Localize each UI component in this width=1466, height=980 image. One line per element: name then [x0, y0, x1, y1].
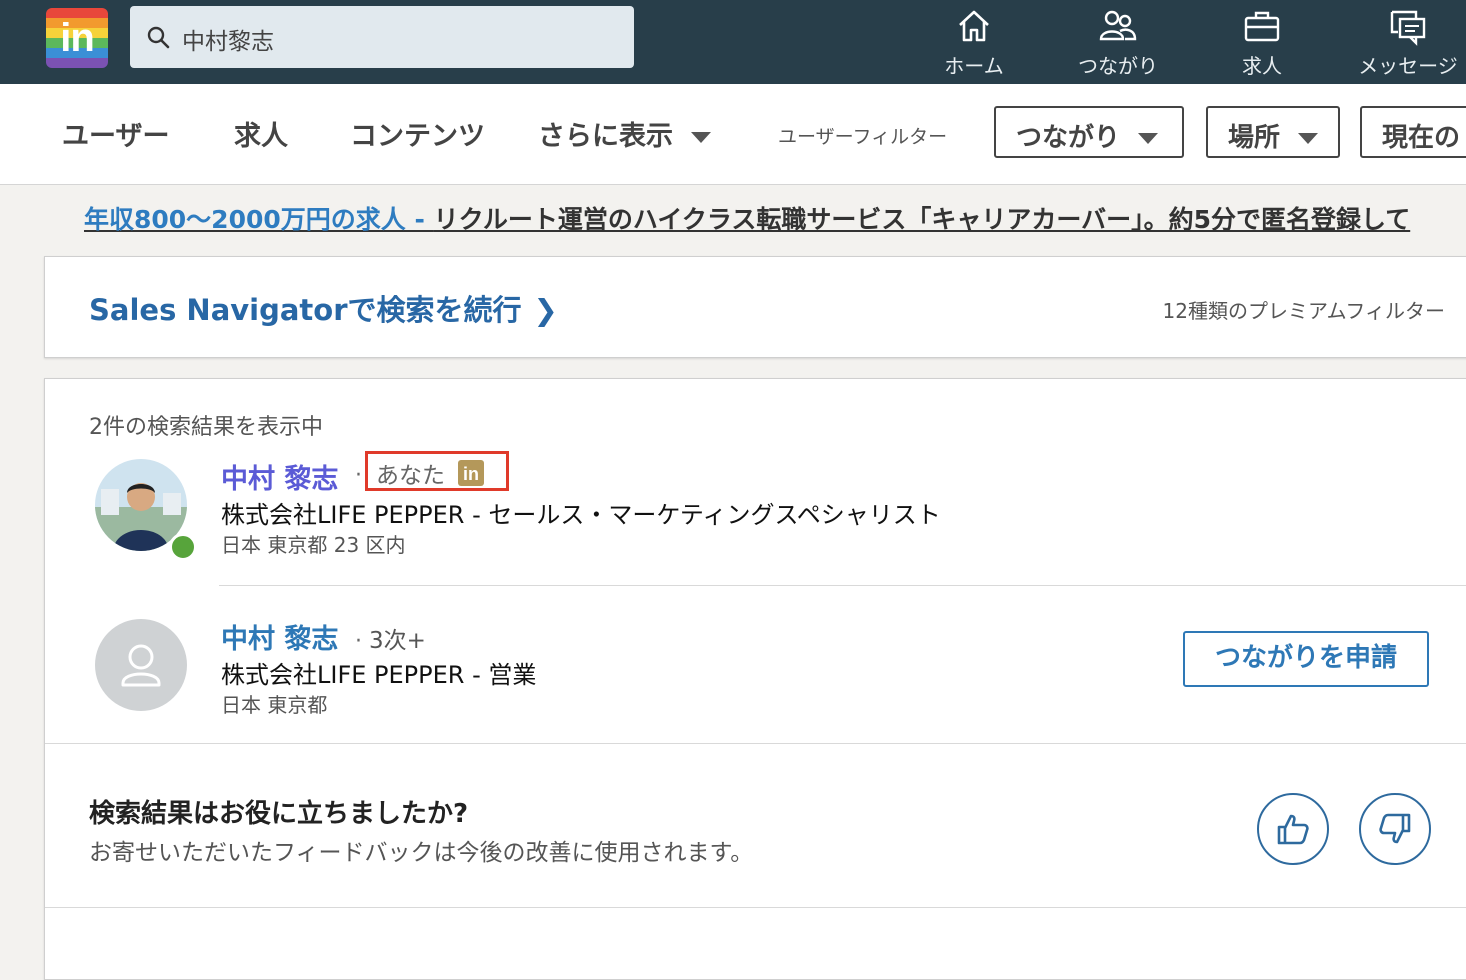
tab-people[interactable]: ユーザー — [62, 114, 169, 153]
search-icon — [147, 26, 170, 49]
feedback-subtitle: お寄せいただいたフィードバックは今後の改善に使用されます。 — [89, 840, 754, 866]
connect-button[interactable]: つながりを申請 — [1183, 631, 1429, 687]
search-input[interactable]: 中村黎志 — [182, 22, 274, 56]
tab-more[interactable]: さらに表示 — [538, 114, 711, 153]
linkedin-member-icon: in — [458, 460, 484, 486]
linkedin-logo[interactable]: in — [46, 8, 108, 68]
search-filter-bar: ユーザー 求人 コンテンツ さらに表示 ユーザーフィルター つながり 場所 現在… — [0, 84, 1466, 185]
search-bar[interactable]: 中村黎志 — [130, 6, 634, 68]
nav-jobs[interactable]: 求人 — [1222, 6, 1302, 78]
result-location: 日本 東京都 — [221, 693, 328, 717]
results-count: 2件の検索結果を表示中 — [89, 415, 323, 440]
home-icon — [959, 10, 989, 42]
result-headline: 株式会社LIFE PEPPER - 営業 — [221, 661, 537, 689]
result-headline: 株式会社LIFE PEPPER - セールス・マーケティングスペシャリスト — [221, 501, 941, 529]
chevron-right-icon: ❯ — [533, 293, 558, 327]
section-divider — [45, 907, 1466, 908]
search-results-card: 2件の検索結果を表示中 中村 黎志 · あなた in 株式会社LIFE PEPP… — [44, 378, 1466, 980]
chevron-down-icon — [691, 132, 711, 143]
connection-degree: · 3次+ — [355, 628, 426, 654]
ad-link[interactable]: 年収800〜2000万円の求人 - — [84, 205, 434, 234]
premium-filters-text: 12種類のプレミアムフィルター — [1162, 299, 1445, 323]
briefcase-icon — [1244, 11, 1280, 42]
sales-navigator-link[interactable]: Sales Navigatorで検索を続行 ❯ — [89, 287, 558, 329]
messages-icon — [1390, 10, 1426, 46]
thumbs-down-button[interactable] — [1359, 793, 1431, 865]
filter-current-company-button[interactable]: 現在の — [1360, 106, 1466, 158]
global-nav: in 中村黎志 ホーム つながり 求人 メッセージ — [0, 0, 1466, 84]
you-badge-highlight: あなた in — [365, 451, 509, 491]
thumbs-down-icon — [1379, 813, 1411, 844]
result-divider — [219, 585, 1466, 586]
result-name-link[interactable]: 中村 黎志 — [221, 617, 338, 656]
people-filter-label: ユーザーフィルター — [778, 126, 948, 148]
separator-dot: · — [355, 463, 362, 488]
nav-network[interactable]: つながり — [1068, 6, 1168, 78]
chevron-down-icon — [1298, 133, 1319, 144]
ad-banner[interactable]: 年収800〜2000万円の求人 - リクルート運営のハイクラス転職サービス「キャ… — [84, 200, 1410, 236]
avatar-placeholder[interactable] — [95, 619, 187, 711]
section-divider — [45, 743, 1466, 744]
person-icon — [121, 644, 161, 687]
tab-content[interactable]: コンテンツ — [350, 114, 485, 153]
filter-connections-button[interactable]: つながり — [994, 106, 1184, 158]
tab-jobs[interactable]: 求人 — [234, 114, 288, 153]
thumbs-up-button[interactable] — [1257, 793, 1329, 865]
result-location: 日本 東京都 23 区内 — [221, 533, 406, 557]
online-status-indicator — [169, 533, 197, 561]
nav-home[interactable]: ホーム — [934, 6, 1014, 78]
result-name-link[interactable]: 中村 黎志 — [221, 457, 338, 496]
nav-messaging[interactable]: メッセージ — [1350, 6, 1466, 78]
feedback-title: 検索結果はお役に立ちましたか? — [89, 799, 469, 829]
ad-text: リクルート運営のハイクラス転職サービス「キャリアカーバー」。約5分で匿名登録して — [433, 205, 1411, 234]
chevron-down-icon — [1138, 133, 1159, 144]
filter-location-button[interactable]: 場所 — [1206, 106, 1340, 158]
thumbs-up-icon — [1277, 814, 1309, 845]
you-label: あなた — [376, 463, 445, 489]
network-icon — [1099, 10, 1137, 41]
sales-navigator-card: Sales Navigatorで検索を続行 ❯ 12種類のプレミアムフィルター — [44, 256, 1466, 358]
